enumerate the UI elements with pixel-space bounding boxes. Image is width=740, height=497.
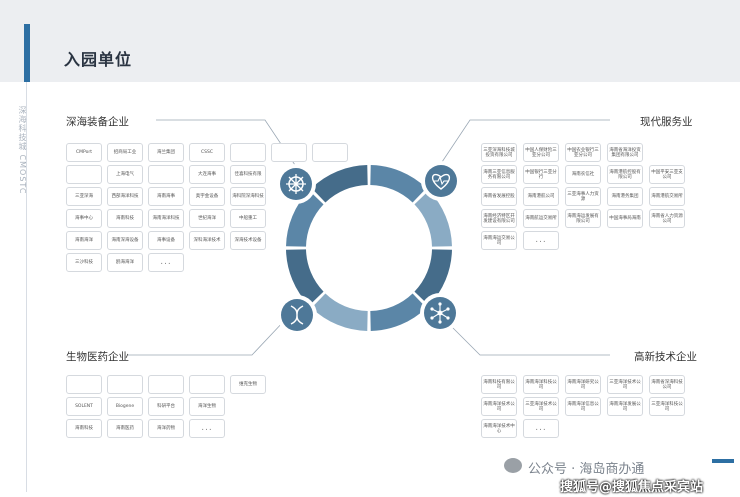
company-box: 大连海事 bbox=[189, 165, 225, 184]
company-box: 海南海洋科技 bbox=[148, 209, 184, 228]
company-box: 中国人保财险三亚分公司 bbox=[523, 143, 559, 162]
company-box: 鸥海海洋 bbox=[107, 253, 143, 272]
company-box: 海南科技 bbox=[66, 419, 102, 438]
company-box: 海南海洋信息公司 bbox=[565, 397, 601, 416]
ring-segment bbox=[370, 293, 427, 331]
company-box: 海南医药 bbox=[107, 419, 143, 438]
category-label-deep-sea: 深海装备企业 bbox=[66, 116, 129, 128]
ring-segment bbox=[311, 293, 368, 331]
company-box: 海南三亚信息服务有限公司 bbox=[481, 165, 517, 184]
company-box: 海南海洋技术公司 bbox=[481, 397, 517, 416]
company-box: 海事中心 bbox=[66, 209, 102, 228]
company-box: 海南省人力资源公司 bbox=[649, 209, 685, 228]
icon-network bbox=[420, 293, 460, 333]
company-box: 海南海洋 bbox=[66, 231, 102, 250]
company-box: 海南科技有限公司 bbox=[481, 375, 517, 394]
company-box: 海南港航控股有限公司 bbox=[607, 165, 643, 184]
company-box: 海南科技 bbox=[107, 209, 143, 228]
category-label-biomedicine: 生物医药企业 bbox=[66, 351, 129, 363]
connector-high-tech bbox=[444, 319, 610, 356]
company-box: 佳喜科技有限 bbox=[230, 165, 266, 184]
company-box: 西部海洋科技 bbox=[107, 187, 143, 206]
company-box: 海南海运交易公司 bbox=[481, 231, 517, 250]
company-box: 海南经济特区开发建设有限公司 bbox=[481, 209, 517, 228]
company-box: 海兰集团 bbox=[148, 143, 184, 162]
company-box: CSSC bbox=[189, 143, 225, 162]
company-box bbox=[107, 375, 143, 394]
company-box bbox=[312, 143, 348, 162]
wechat-icon bbox=[504, 458, 522, 473]
watermark: 公众号 · 海岛商办通 搜狐号@搜狐焦点采宾站 bbox=[498, 456, 738, 495]
corner-accent bbox=[712, 459, 734, 463]
company-box: SOLENT bbox=[66, 397, 102, 416]
icon-dna bbox=[277, 295, 317, 335]
company-box bbox=[271, 143, 307, 162]
company-box: 三亚海洋科技公司 bbox=[649, 397, 685, 416]
company-box bbox=[66, 375, 102, 394]
more-companies-indicator: ... bbox=[523, 231, 559, 250]
company-box: 三亚深海 bbox=[66, 187, 102, 206]
company-box: 中国海事局海南 bbox=[607, 209, 643, 228]
page: 入园单位 深海科技城 CMOSTC 深海装备企业 现代服务业 生物医药企业 高新… bbox=[0, 0, 740, 497]
ring-segment bbox=[311, 165, 368, 203]
company-box: 世纪海洋 bbox=[189, 209, 225, 228]
company-box: 上海电气 bbox=[107, 165, 143, 184]
company-box: CMPort bbox=[66, 143, 102, 162]
company-box: 三亚海洋技术公司 bbox=[607, 375, 643, 394]
company-box: 海南海洋研究公司 bbox=[565, 375, 601, 394]
company-box: 深海技术设备 bbox=[230, 231, 266, 250]
company-box: 海南海洋发展公司 bbox=[607, 397, 643, 416]
watermark-source: 搜狐号@搜狐焦点采宾站 bbox=[560, 480, 704, 495]
company-box: 三亚海事人力资源 bbox=[565, 187, 601, 206]
company-box bbox=[148, 375, 184, 394]
company-box: 海南深海设备 bbox=[107, 231, 143, 250]
company-box: 中船重工 bbox=[230, 209, 266, 228]
watermark-account: 公众号 · 海岛商办通 bbox=[528, 462, 645, 477]
category-label-high-tech: 高新技术企业 bbox=[634, 351, 697, 363]
category-label-modern-service: 现代服务业 bbox=[640, 116, 693, 128]
company-box: 海事设备 bbox=[148, 231, 184, 250]
company-box: 海南省深海科技公司 bbox=[649, 375, 685, 394]
icon-heart bbox=[421, 161, 461, 201]
more-companies-indicator: ... bbox=[523, 419, 559, 438]
company-box: 海南海洋科技公司 bbox=[523, 375, 559, 394]
company-box: 三亚深海科技城投资有限公司 bbox=[481, 143, 517, 162]
company-box bbox=[230, 143, 266, 162]
company-box: 海洋药物 bbox=[148, 419, 184, 438]
company-box: 海南海事 bbox=[148, 187, 184, 206]
icon-wheel bbox=[276, 164, 316, 204]
company-box: 科研平台 bbox=[148, 397, 184, 416]
ring-segment bbox=[370, 165, 427, 203]
company-box bbox=[66, 165, 102, 184]
company-box: 海洋生物 bbox=[189, 397, 225, 416]
company-box: 三沙科技 bbox=[66, 253, 102, 272]
more-companies-indicator: ... bbox=[148, 253, 184, 272]
company-box: 海南海运发展有限公司 bbox=[565, 209, 601, 228]
company-box: 海南港航交易所 bbox=[649, 187, 685, 206]
company-box: 海南港务集团 bbox=[607, 187, 643, 206]
company-box: 深科海洋技术 bbox=[189, 231, 225, 250]
more-companies-indicator: ... bbox=[189, 419, 225, 438]
company-box: 海南港航公司 bbox=[523, 187, 559, 206]
company-box: 奥宇金设备 bbox=[189, 187, 225, 206]
company-box: 中国银行三亚分行 bbox=[523, 165, 559, 184]
company-box: Biogene bbox=[107, 397, 143, 416]
company-box: 中国平安三亚支公司 bbox=[649, 165, 685, 184]
connector-biomedicine bbox=[128, 319, 286, 356]
company-box: 海南省发展控股 bbox=[481, 187, 517, 206]
company-box: 招商局工业 bbox=[107, 143, 143, 162]
company-box: 海南航运交易所 bbox=[523, 209, 559, 228]
company-box bbox=[148, 165, 184, 184]
company-box: 海南省海洋投资集团有限公司 bbox=[607, 143, 643, 162]
company-box: 海南海洋技术中心 bbox=[481, 419, 517, 438]
company-box: 海南农信社 bbox=[565, 165, 601, 184]
company-box: 海科院深海科技 bbox=[230, 187, 266, 206]
company-box: 三亚海洋技术公司 bbox=[523, 397, 559, 416]
company-box bbox=[189, 375, 225, 394]
company-box: 维克生物 bbox=[230, 375, 266, 394]
company-box: 中国农业银行三亚分公司 bbox=[565, 143, 601, 162]
